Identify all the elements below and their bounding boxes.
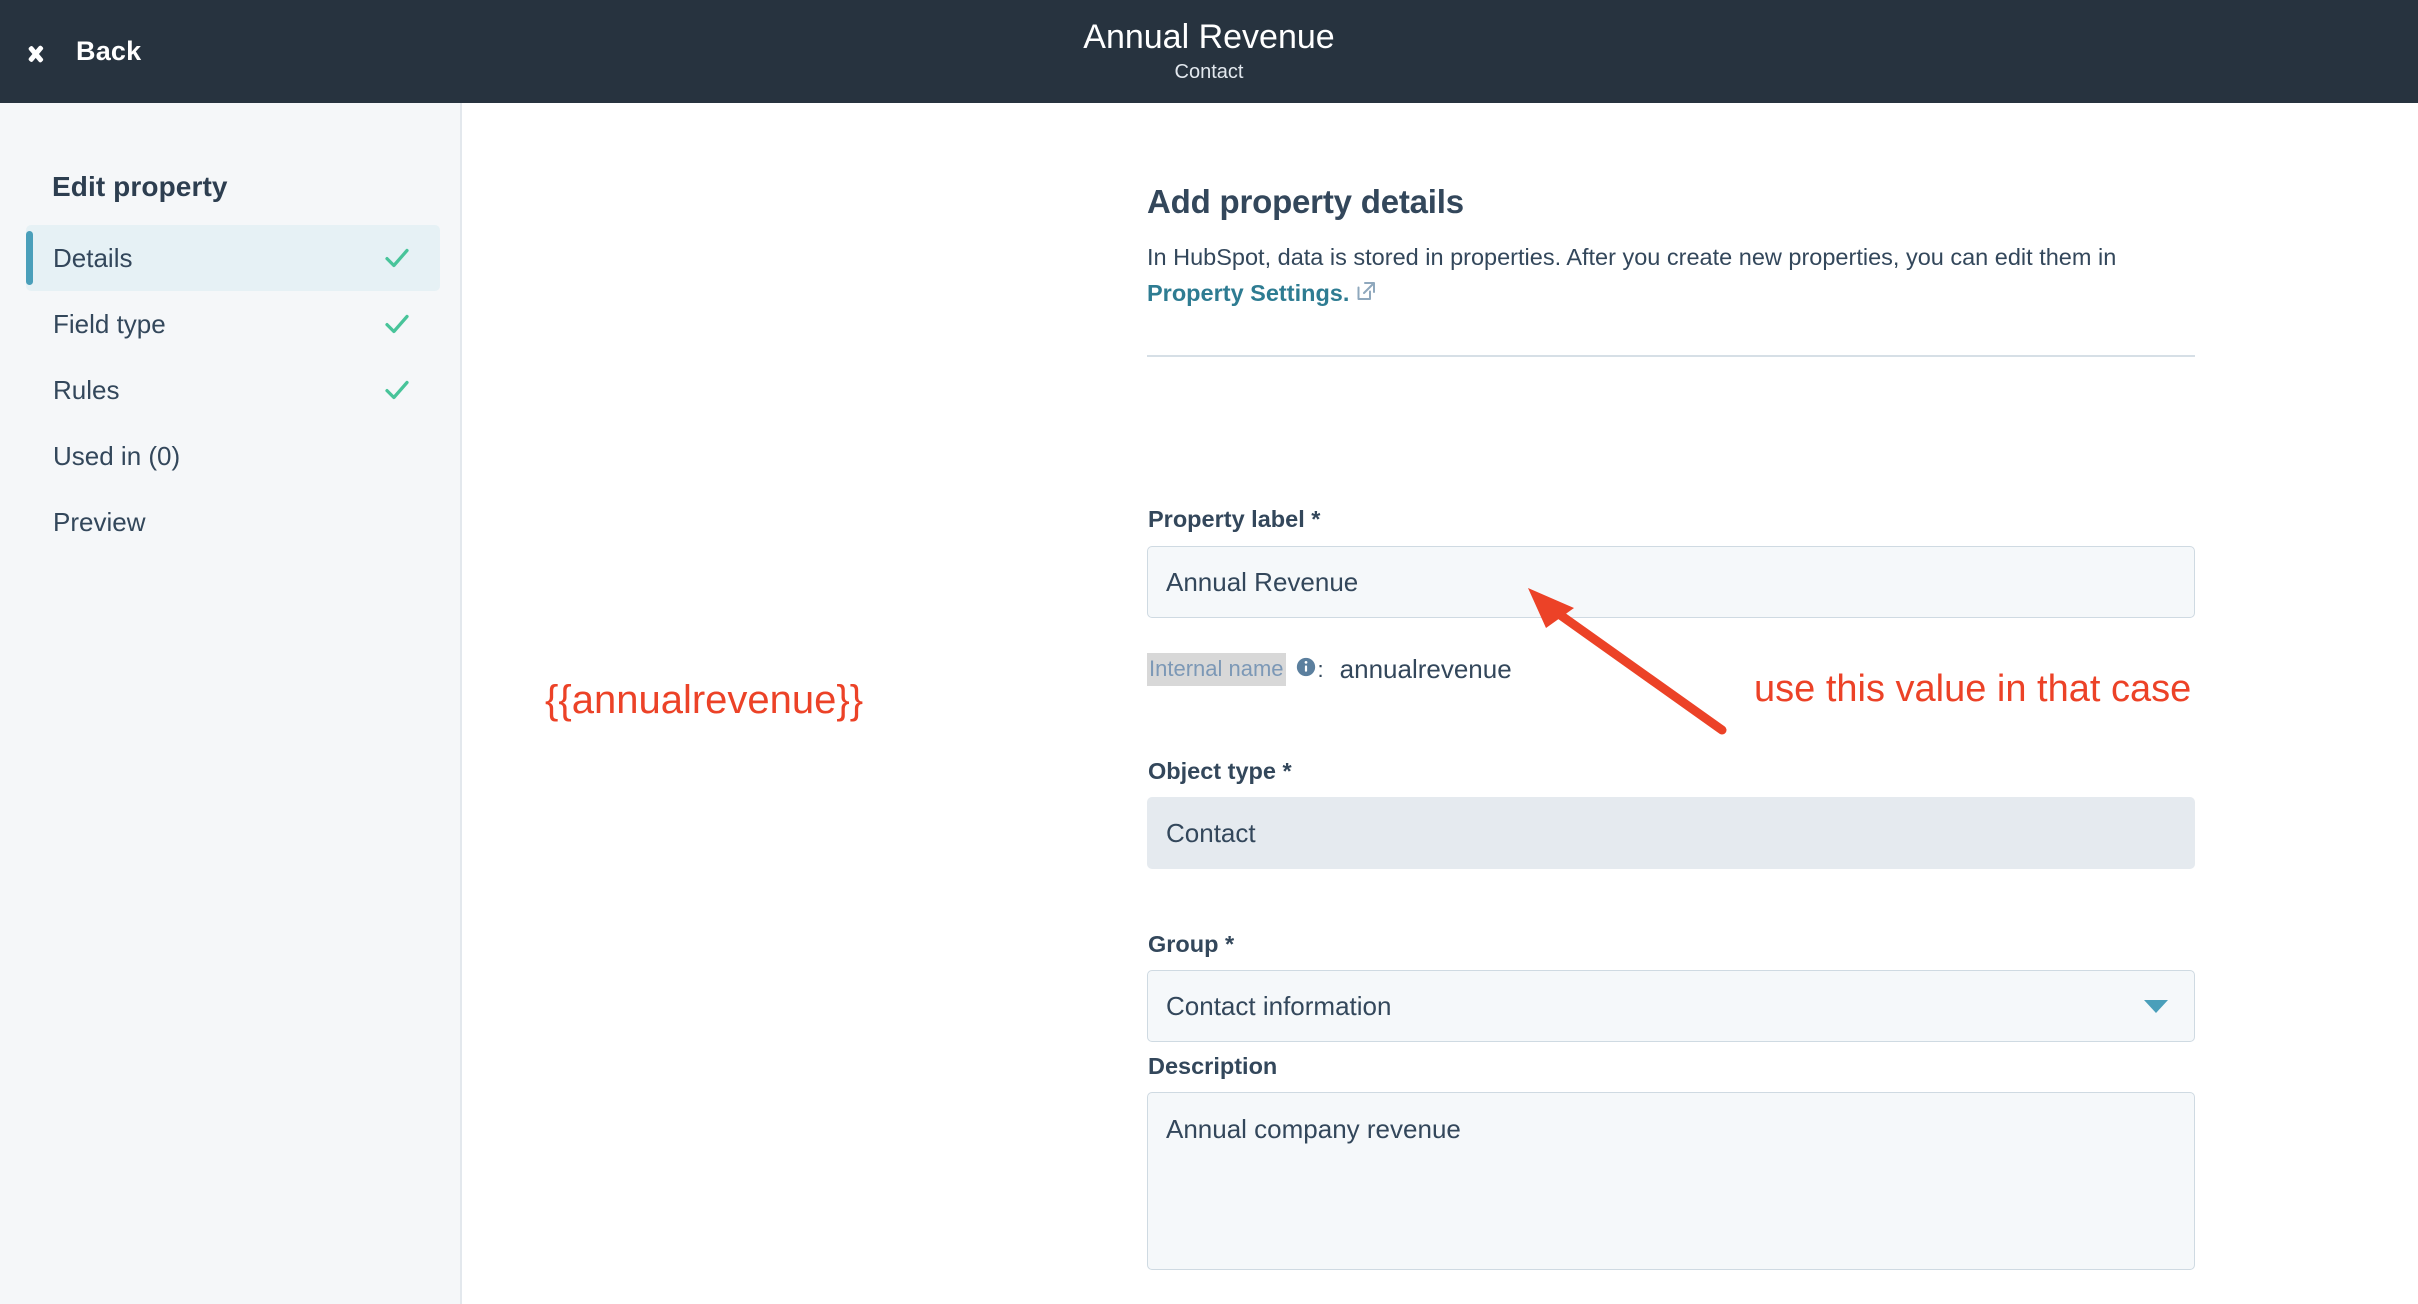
- sidebar: Edit property Details Field type Rules U…: [0, 103, 462, 1304]
- header-title-block: Annual Revenue Contact: [0, 0, 2418, 103]
- sidebar-item-rules[interactable]: Rules: [26, 357, 440, 423]
- sidebar-item-label: Used in (0): [53, 440, 181, 471]
- arrow-pointer-icon: [1528, 588, 1727, 735]
- internal-name-row: Internal name : annualrevenue: [1147, 653, 1512, 686]
- group-value: Contact information: [1166, 990, 1392, 1021]
- section-description: In HubSpot, data is stored in properties…: [1147, 239, 2192, 313]
- annotation-right-text: use this value in that case: [1754, 668, 2192, 710]
- internal-name-separator: :: [1317, 656, 1324, 682]
- chevron-down-icon[interactable]: [2144, 1000, 2168, 1013]
- sidebar-item-label: Details: [53, 242, 133, 273]
- page-subtitle: Contact: [1174, 60, 1244, 83]
- check-icon: [385, 248, 409, 268]
- sidebar-item-label: Rules: [53, 374, 120, 405]
- object-type-field: Contact: [1147, 797, 2195, 869]
- check-icon: [385, 314, 409, 334]
- internal-name-value: annualrevenue: [1339, 654, 1512, 684]
- section-title: Add property details: [1147, 183, 1464, 220]
- property-label-label: Property label *: [1148, 506, 1321, 532]
- external-link-icon[interactable]: [1354, 277, 1378, 313]
- description-textarea[interactable]: Annual company revenue: [1147, 1092, 2195, 1270]
- sidebar-nav-list: Details Field type Rules Used in (0) Pre…: [26, 225, 440, 555]
- description-value: Annual company revenue: [1166, 1114, 1461, 1144]
- info-circle-icon[interactable]: [1295, 656, 1317, 683]
- sidebar-heading: Edit property: [52, 171, 228, 202]
- annotation-left-text: {{annualrevenue}}: [545, 678, 864, 722]
- check-icon: [385, 380, 409, 400]
- object-type-value: Contact: [1166, 817, 1256, 848]
- group-select[interactable]: Contact information: [1147, 970, 2195, 1042]
- sidebar-item-label: Preview: [53, 506, 146, 537]
- internal-name-label: Internal name: [1147, 653, 1286, 686]
- group-label: Group *: [1148, 931, 1235, 957]
- chevron-left-icon: [40, 35, 60, 69]
- page-title: Annual Revenue: [1083, 18, 1335, 57]
- section-divider: [1147, 355, 2195, 357]
- back-button-label: Back: [76, 36, 142, 66]
- sidebar-item-details[interactable]: Details: [26, 225, 440, 291]
- property-label-value: Annual Revenue: [1166, 566, 1359, 597]
- sidebar-item-field-type[interactable]: Field type: [26, 291, 440, 357]
- top-bar: Back Annual Revenue Contact: [0, 0, 2418, 103]
- back-button[interactable]: Back: [32, 0, 149, 103]
- sidebar-item-preview[interactable]: Preview: [26, 489, 440, 555]
- description-label: Description: [1148, 1053, 1278, 1079]
- sidebar-item-label: Field type: [53, 308, 166, 339]
- sidebar-item-used-in[interactable]: Used in (0): [26, 423, 440, 489]
- section-description-text: In HubSpot, data is stored in properties…: [1147, 244, 2117, 270]
- property-settings-link[interactable]: Property Settings.: [1147, 280, 1349, 306]
- object-type-label: Object type *: [1148, 758, 1292, 784]
